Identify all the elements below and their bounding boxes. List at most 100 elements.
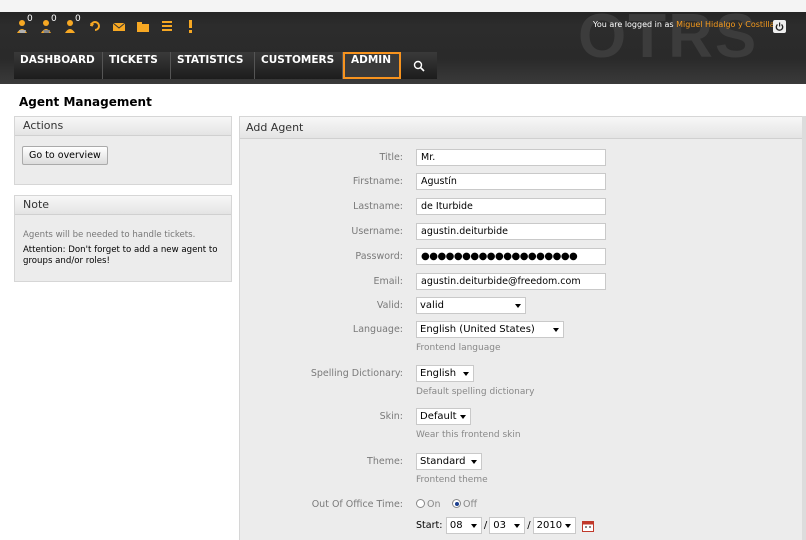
firstname-label: Firstname: — [352, 176, 403, 187]
theme-label: Theme: — [367, 456, 403, 467]
start-day-select[interactable]: 03 — [489, 517, 526, 534]
theme-row: Theme: Standard Frontend theme — [240, 453, 806, 485]
nav-label: STATISTICS — [177, 54, 244, 66]
go-to-overview-button[interactable]: Go to overview — [22, 146, 108, 165]
off-label: Off — [463, 499, 478, 510]
note-warning: Attention: Don't forget to add a new age… — [23, 245, 218, 266]
out-of-office-label: Out Of Office Time: — [311, 499, 403, 510]
start-month-select[interactable]: 08 — [445, 517, 482, 534]
language-hint: Frontend language — [416, 343, 501, 353]
toolbar-list[interactable] — [158, 18, 176, 36]
toolbar-locked-tickets-all[interactable]: 0 — [62, 14, 81, 36]
spelling-label: Spelling Dictionary: — [310, 368, 403, 379]
toolbar-folder[interactable] — [134, 18, 152, 36]
email-input[interactable]: agustin.deiturbide@freedom.com — [416, 273, 606, 290]
logged-in-user[interactable]: Miguel Hidalgo y Costilla — [676, 20, 775, 29]
password-input[interactable]: ●●●●●●●●●●●●●●●●●●● — [416, 248, 606, 265]
main-nav: DASHBOARD TICKETS STATISTICS CUSTOMERS A… — [14, 52, 437, 79]
skin-select[interactable]: Default — [416, 408, 471, 425]
out-of-office-off-radio[interactable] — [452, 499, 461, 508]
login-info: You are logged in as Miguel Hidalgo y Co… — [593, 20, 775, 29]
chevron-down-icon — [514, 524, 521, 528]
nav-label: CUSTOMERS — [261, 54, 335, 66]
lastname-label: Lastname: — [353, 201, 403, 212]
logout-button[interactable] — [773, 20, 786, 33]
spelling-select[interactable]: English — [416, 365, 474, 382]
toolbar-email[interactable] — [110, 18, 128, 36]
note-box: Note Agents will be needed to handle tic… — [14, 195, 232, 282]
chevron-down-icon — [553, 328, 559, 332]
search-icon — [413, 60, 425, 72]
spelling-value: English — [420, 368, 457, 379]
skin-label: Skin: — [379, 411, 403, 422]
spelling-row: Spelling Dictionary: English Default spe… — [240, 365, 806, 397]
out-of-office-on-radio[interactable] — [416, 499, 425, 508]
badge-count: 0 — [51, 14, 57, 24]
toolbar-locked-tickets-new[interactable]: 0 — [14, 14, 33, 36]
calendar-icon[interactable] — [582, 520, 595, 532]
language-select[interactable]: English (United States) — [416, 321, 564, 338]
start-date: Start: 08 / 03 / 2010 — [416, 517, 595, 534]
date-separator: / — [527, 520, 531, 531]
skin-hint: Wear this frontend skin — [416, 430, 521, 440]
username-input[interactable]: agustin.deiturbide — [416, 223, 606, 240]
note-text: Agents will be needed to handle tickets.… — [15, 215, 231, 267]
theme-hint: Frontend theme — [416, 475, 488, 485]
theme-select[interactable]: Standard — [416, 453, 482, 470]
skin-value: Default — [420, 411, 457, 422]
envelope-icon — [112, 22, 126, 31]
password-label: Password: — [355, 251, 403, 262]
month-value: 08 — [449, 520, 463, 531]
skin-row: Skin: Default Wear this frontend skin — [240, 408, 806, 440]
actions-box: Actions Go to overview — [14, 116, 232, 185]
login-prefix: You are logged in as — [593, 20, 677, 29]
day-value: 03 — [493, 520, 507, 531]
language-label: Language: — [352, 324, 403, 335]
badge-count: 0 — [27, 14, 33, 24]
nav-dashboard[interactable]: DASHBOARD — [14, 52, 103, 79]
chevron-down-icon — [515, 304, 521, 308]
valid-label: Valid: — [376, 300, 403, 311]
lastname-input[interactable]: de Iturbide — [416, 198, 606, 215]
toolbar-locked-tickets-reminder[interactable]: 0 — [38, 14, 57, 36]
toolbar-watched[interactable] — [86, 18, 104, 36]
toolbar-escalation[interactable] — [182, 18, 200, 36]
nav-tickets[interactable]: TICKETS — [103, 52, 171, 79]
scrollbar-edge[interactable] — [802, 116, 806, 540]
title-input[interactable]: Mr. — [416, 149, 606, 166]
chevron-down-icon — [463, 372, 469, 376]
note-line: Agents will be needed to handle tickets. — [23, 230, 196, 240]
title-label: Title: — [379, 152, 403, 163]
page-title: Agent Management — [19, 95, 152, 109]
power-icon — [775, 22, 784, 31]
theme-value: Standard — [420, 456, 466, 467]
language-value: English (United States) — [420, 324, 535, 335]
year-value: 2010 — [536, 520, 563, 531]
nav-admin[interactable]: ADMIN — [343, 52, 401, 79]
on-label: On — [427, 499, 441, 510]
start-label: Start: — [416, 520, 443, 531]
email-label: Email: — [373, 276, 403, 287]
valid-select[interactable]: valid — [416, 297, 526, 314]
valid-value: valid — [420, 300, 444, 311]
nav-label: DASHBOARD — [20, 54, 95, 66]
spelling-hint: Default spelling dictionary — [416, 387, 535, 397]
start-year-select[interactable]: 2010 — [532, 517, 576, 534]
chevron-down-icon — [564, 524, 571, 528]
folder-icon — [137, 22, 149, 32]
firstname-input[interactable]: Agustín — [416, 173, 606, 190]
nav-label: TICKETS — [109, 54, 158, 66]
nav-statistics[interactable]: STATISTICS — [171, 52, 255, 79]
nav-customers[interactable]: CUSTOMERS — [255, 52, 343, 79]
chevron-down-icon — [460, 415, 466, 419]
refresh-icon — [90, 21, 100, 31]
nav-search[interactable] — [401, 52, 437, 79]
valid-row: Valid: valid — [240, 297, 806, 314]
exclamation-icon — [189, 20, 192, 33]
chevron-down-icon — [471, 460, 477, 464]
language-row: Language: English (United States) Fronte… — [240, 321, 806, 353]
add-agent-header: Add Agent — [240, 117, 806, 139]
otrs-logo: OTRS — [578, 2, 759, 71]
nav-label: ADMIN — [351, 54, 391, 66]
toolbar: 0 0 0 — [14, 14, 200, 36]
